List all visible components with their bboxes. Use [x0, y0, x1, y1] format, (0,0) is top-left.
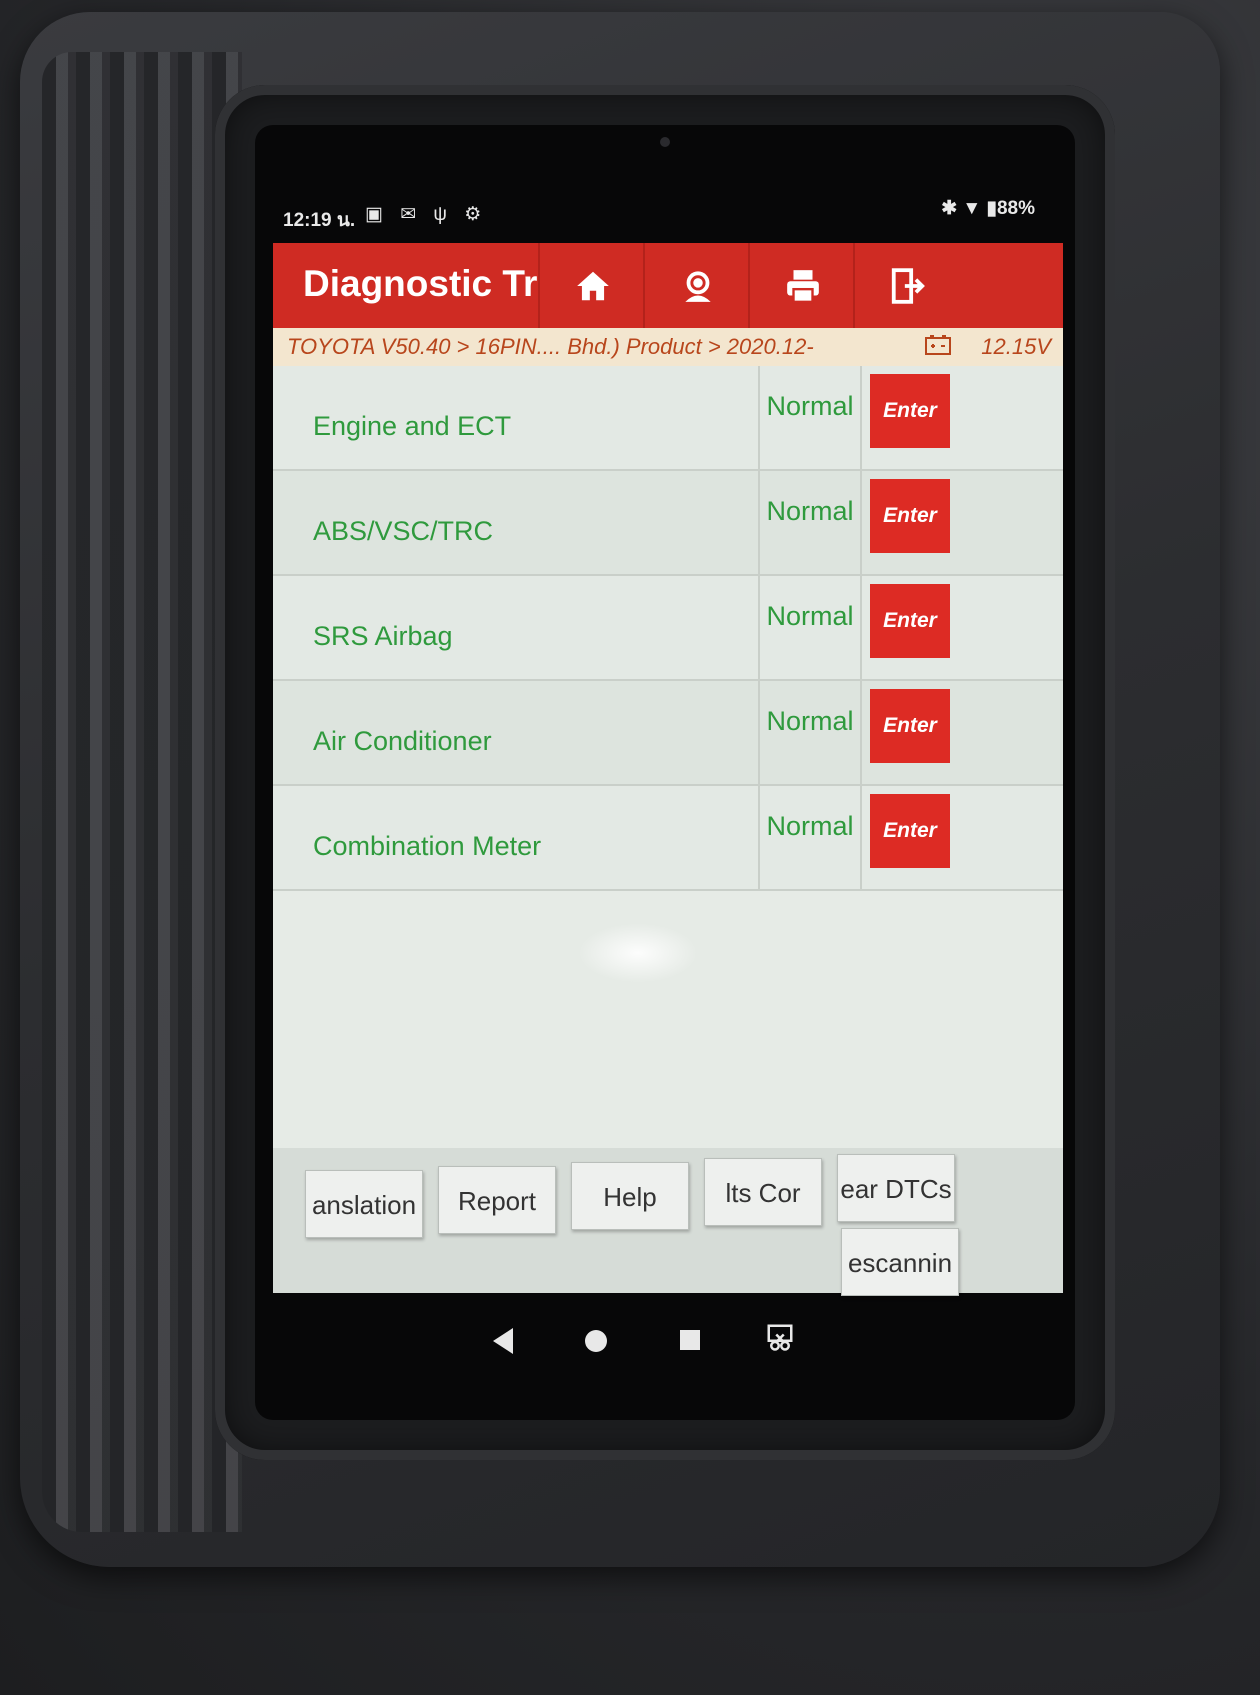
enter-button[interactable]: Enter — [870, 479, 950, 553]
status-time: 12:19 น. — [283, 210, 356, 231]
battery-icon — [925, 335, 951, 355]
recent-apps-icon[interactable] — [680, 1330, 700, 1350]
home-icon — [576, 271, 609, 300]
table-row: SRS Airbag Normal Enter — [273, 576, 1063, 681]
table-row: Engine and ECT Normal Enter — [273, 366, 1063, 471]
case-grip-ribs — [42, 52, 242, 1532]
app-header: Diagnostic Tr — [273, 243, 1063, 328]
enter-button[interactable]: Enter — [870, 584, 950, 658]
enter-button[interactable]: Enter — [870, 794, 950, 868]
enter-button[interactable]: Enter — [870, 374, 950, 448]
system-name: Combination Meter — [313, 831, 542, 861]
system-name: SRS Airbag — [313, 621, 453, 651]
breadcrumb: TOYOTA V50.40 > 16PIN.... Bhd.) Product … — [273, 328, 1063, 366]
breadcrumb-path: TOYOTA V50.40 > 16PIN.... Bhd.) Product … — [287, 334, 814, 359]
notification-icons: ▣ ✉ ψ ⚙ — [365, 204, 488, 225]
table-row: ABS/VSC/TRC Normal Enter — [273, 471, 1063, 576]
support-icon — [684, 270, 711, 302]
diagnostic-app: Diagnostic Tr TOYOTA V50.40 > 16PIN.... … — [273, 243, 1063, 1296]
tablet-screen: 12:19 น. ▣ ✉ ψ ⚙ ✱ ▼ ▮88% Diagnostic Tr — [255, 125, 1075, 1420]
enter-button[interactable]: Enter — [870, 689, 950, 763]
camera-icon — [660, 137, 670, 147]
clear-dtcs-button[interactable]: ear DTCs — [837, 1154, 955, 1222]
home-circle-icon[interactable] — [585, 1330, 607, 1352]
system-status: Normal — [758, 366, 862, 469]
support-button[interactable] — [643, 243, 750, 328]
system-status: Normal — [758, 576, 862, 679]
system-name: Air Conditioner — [313, 726, 492, 756]
system-name: Engine and ECT — [313, 411, 512, 441]
exit-button[interactable] — [853, 243, 960, 328]
battery-voltage: 12.15V — [981, 334, 1051, 359]
print-icon — [786, 269, 819, 303]
table-row: Combination Meter Normal Enter — [273, 786, 1063, 891]
translation-button[interactable]: anslation — [305, 1170, 423, 1238]
system-name: ABS/VSC/TRC — [313, 516, 494, 546]
battery-wifi-indicator: ✱ ▼ ▮88% — [941, 198, 1035, 219]
exit-icon — [891, 267, 925, 304]
system-list: Engine and ECT Normal Enter ABS/VSC/TRC … — [273, 366, 1063, 891]
android-nav-bar — [255, 1300, 1075, 1390]
page-title: Diagnostic Tr — [303, 263, 538, 304]
system-status: Normal — [758, 471, 862, 574]
report-button[interactable]: Report — [438, 1166, 556, 1234]
results-button[interactable]: lts Cor — [704, 1158, 822, 1226]
screenshot-icon[interactable] — [765, 1322, 795, 1352]
screen-glare — [578, 923, 698, 983]
help-button[interactable]: Help — [571, 1162, 689, 1230]
table-row: Air Conditioner Normal Enter — [273, 681, 1063, 786]
home-button[interactable] — [538, 243, 645, 328]
rescanning-button[interactable]: escannin — [841, 1228, 959, 1296]
system-status: Normal — [758, 786, 862, 889]
back-icon[interactable] — [493, 1328, 513, 1354]
footer-toolbar: anslation Report Help lts Cor ear DTCs e… — [273, 1148, 1063, 1296]
print-button[interactable] — [748, 243, 855, 328]
status-bar: 12:19 น. ▣ ✉ ψ ⚙ ✱ ▼ ▮88% — [255, 195, 1075, 235]
system-status: Normal — [758, 681, 862, 784]
